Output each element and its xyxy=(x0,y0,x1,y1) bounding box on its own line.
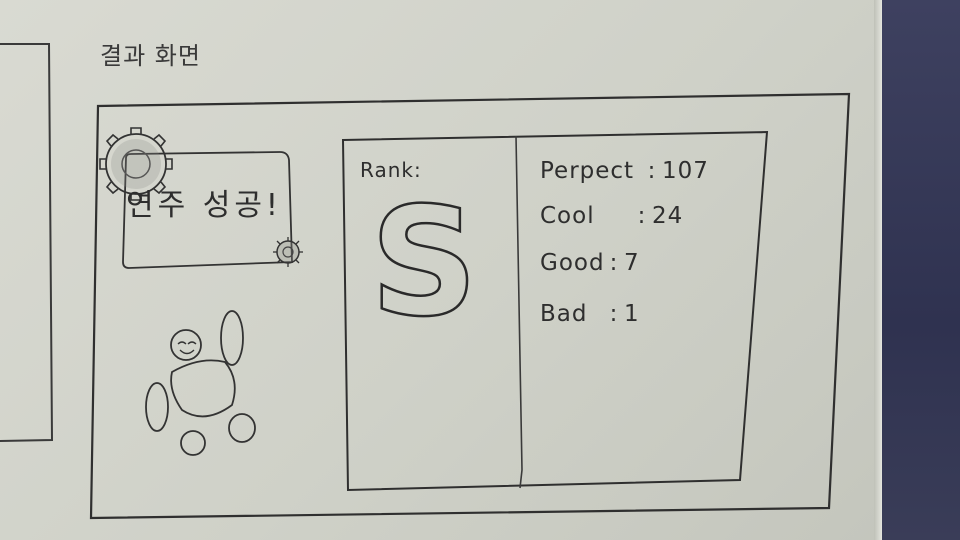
sketch-lines xyxy=(0,43,851,520)
stat-separator: : xyxy=(609,250,619,276)
stat-value: 107 xyxy=(662,158,709,184)
stat-value: 7 xyxy=(624,250,640,276)
stat-perfect: Perpect:107 xyxy=(540,158,709,184)
stat-label: Bad xyxy=(540,301,588,327)
stat-separator: : xyxy=(609,301,619,327)
page-title: 결과 화면 xyxy=(100,42,201,70)
rank-value: S xyxy=(369,176,480,350)
stat-value: 24 xyxy=(652,203,684,229)
stat-good: Good:7 xyxy=(540,250,640,276)
stat-value: 1 xyxy=(624,301,640,327)
character-icon xyxy=(145,310,256,456)
stat-label: Good xyxy=(540,250,605,276)
score-panel-divider xyxy=(515,135,523,489)
stat-separator: : xyxy=(637,203,647,229)
stat-bad: Bad:1 xyxy=(540,301,640,327)
previous-screen-frame xyxy=(0,43,54,442)
stat-cool: Cool:24 xyxy=(540,203,683,229)
stat-label: Perpect xyxy=(540,158,635,184)
small-gear-icon xyxy=(273,237,303,267)
stat-separator: : xyxy=(647,158,657,184)
success-banner-text: 연주 성공! xyxy=(126,188,282,223)
stat-label: Cool xyxy=(540,203,595,229)
